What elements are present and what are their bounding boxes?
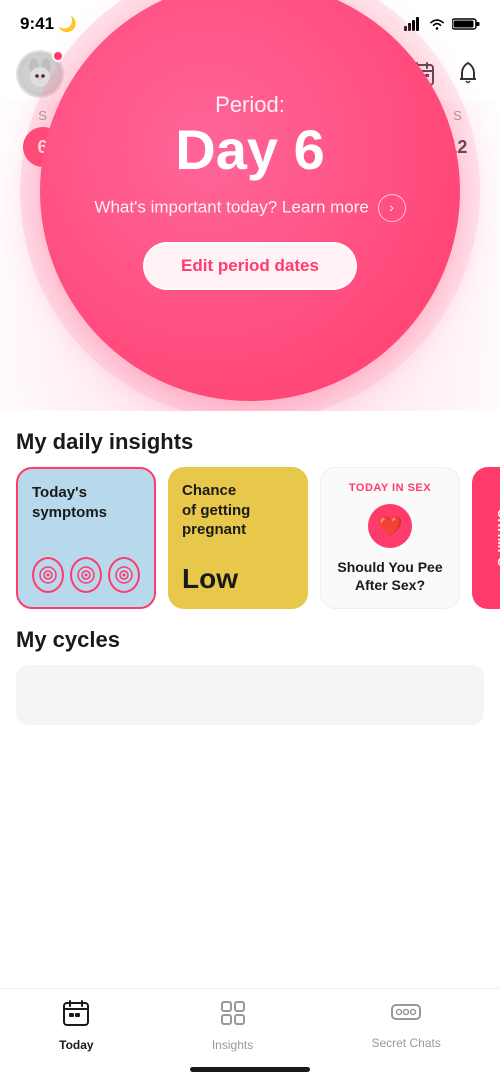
edit-period-button[interactable]: Edit period dates bbox=[143, 242, 357, 290]
period-label: Period: bbox=[215, 92, 285, 118]
cycles-placeholder bbox=[16, 665, 484, 725]
learn-more-arrow[interactable]: › bbox=[378, 194, 406, 222]
insights-cards-row: Today's symptoms bbox=[0, 467, 500, 609]
battery-icon bbox=[452, 17, 480, 31]
nav-insights[interactable]: Insights bbox=[212, 999, 253, 1052]
learn-more-text: What's important today? Learn more › bbox=[94, 194, 405, 222]
nav-secret-chats[interactable]: Secret Chats bbox=[371, 1001, 440, 1050]
pregnant-card-value: Low bbox=[182, 563, 294, 595]
status-icons bbox=[404, 17, 480, 31]
pregnant-card[interactable]: Chanceof gettingpregnant Low bbox=[168, 467, 308, 609]
sex-card-heart-icon: ❤️ bbox=[368, 504, 412, 548]
sex-card-badge: TODAY IN SEX bbox=[349, 482, 431, 494]
symptom-icon-3 bbox=[108, 557, 140, 593]
symptoms-card-title: Today's symptoms bbox=[32, 483, 140, 522]
sex-card[interactable]: TODAY IN SEX ❤️ Should You Pee After Sex… bbox=[320, 467, 460, 609]
symptoms-icons-row bbox=[32, 557, 140, 593]
nav-today[interactable]: Today bbox=[59, 999, 93, 1052]
status-time: 9:41 bbox=[20, 14, 54, 34]
today-nav-label: Today bbox=[59, 1038, 93, 1052]
cycles-section-title: My cycles bbox=[0, 609, 500, 665]
bell-icon[interactable] bbox=[452, 58, 484, 90]
today-nav-icon bbox=[62, 999, 90, 1034]
symptom-icon-1 bbox=[32, 557, 64, 593]
wifi-icon bbox=[428, 17, 446, 31]
cramps-card-text: CRAMPS bbox=[495, 509, 500, 567]
sex-card-text: Should You Pee After Sex? bbox=[335, 558, 445, 594]
cycle-circle: Period: Day 6 What's important today? Le… bbox=[40, 0, 460, 401]
daily-insights-title: My daily insights bbox=[0, 411, 500, 467]
secret-chats-nav-icon bbox=[390, 1001, 422, 1032]
secret-chats-nav-label: Secret Chats bbox=[371, 1036, 440, 1050]
outer-glow: Period: Day 6 What's important today? Le… bbox=[20, 0, 480, 421]
moon-icon: 🌙 bbox=[58, 15, 77, 33]
insights-nav-icon bbox=[219, 999, 247, 1034]
day-big-label: Day 6 bbox=[175, 122, 324, 178]
bottom-nav: Today Insights Secret Chats bbox=[0, 988, 500, 1080]
cramps-card[interactable]: CRAMPS bbox=[472, 467, 500, 609]
home-indicator bbox=[190, 1067, 310, 1072]
symptom-icon-2 bbox=[70, 557, 102, 593]
pregnant-card-title: Chanceof gettingpregnant bbox=[182, 481, 294, 540]
insights-nav-label: Insights bbox=[212, 1038, 253, 1052]
symptoms-card[interactable]: Today's symptoms bbox=[16, 467, 156, 609]
